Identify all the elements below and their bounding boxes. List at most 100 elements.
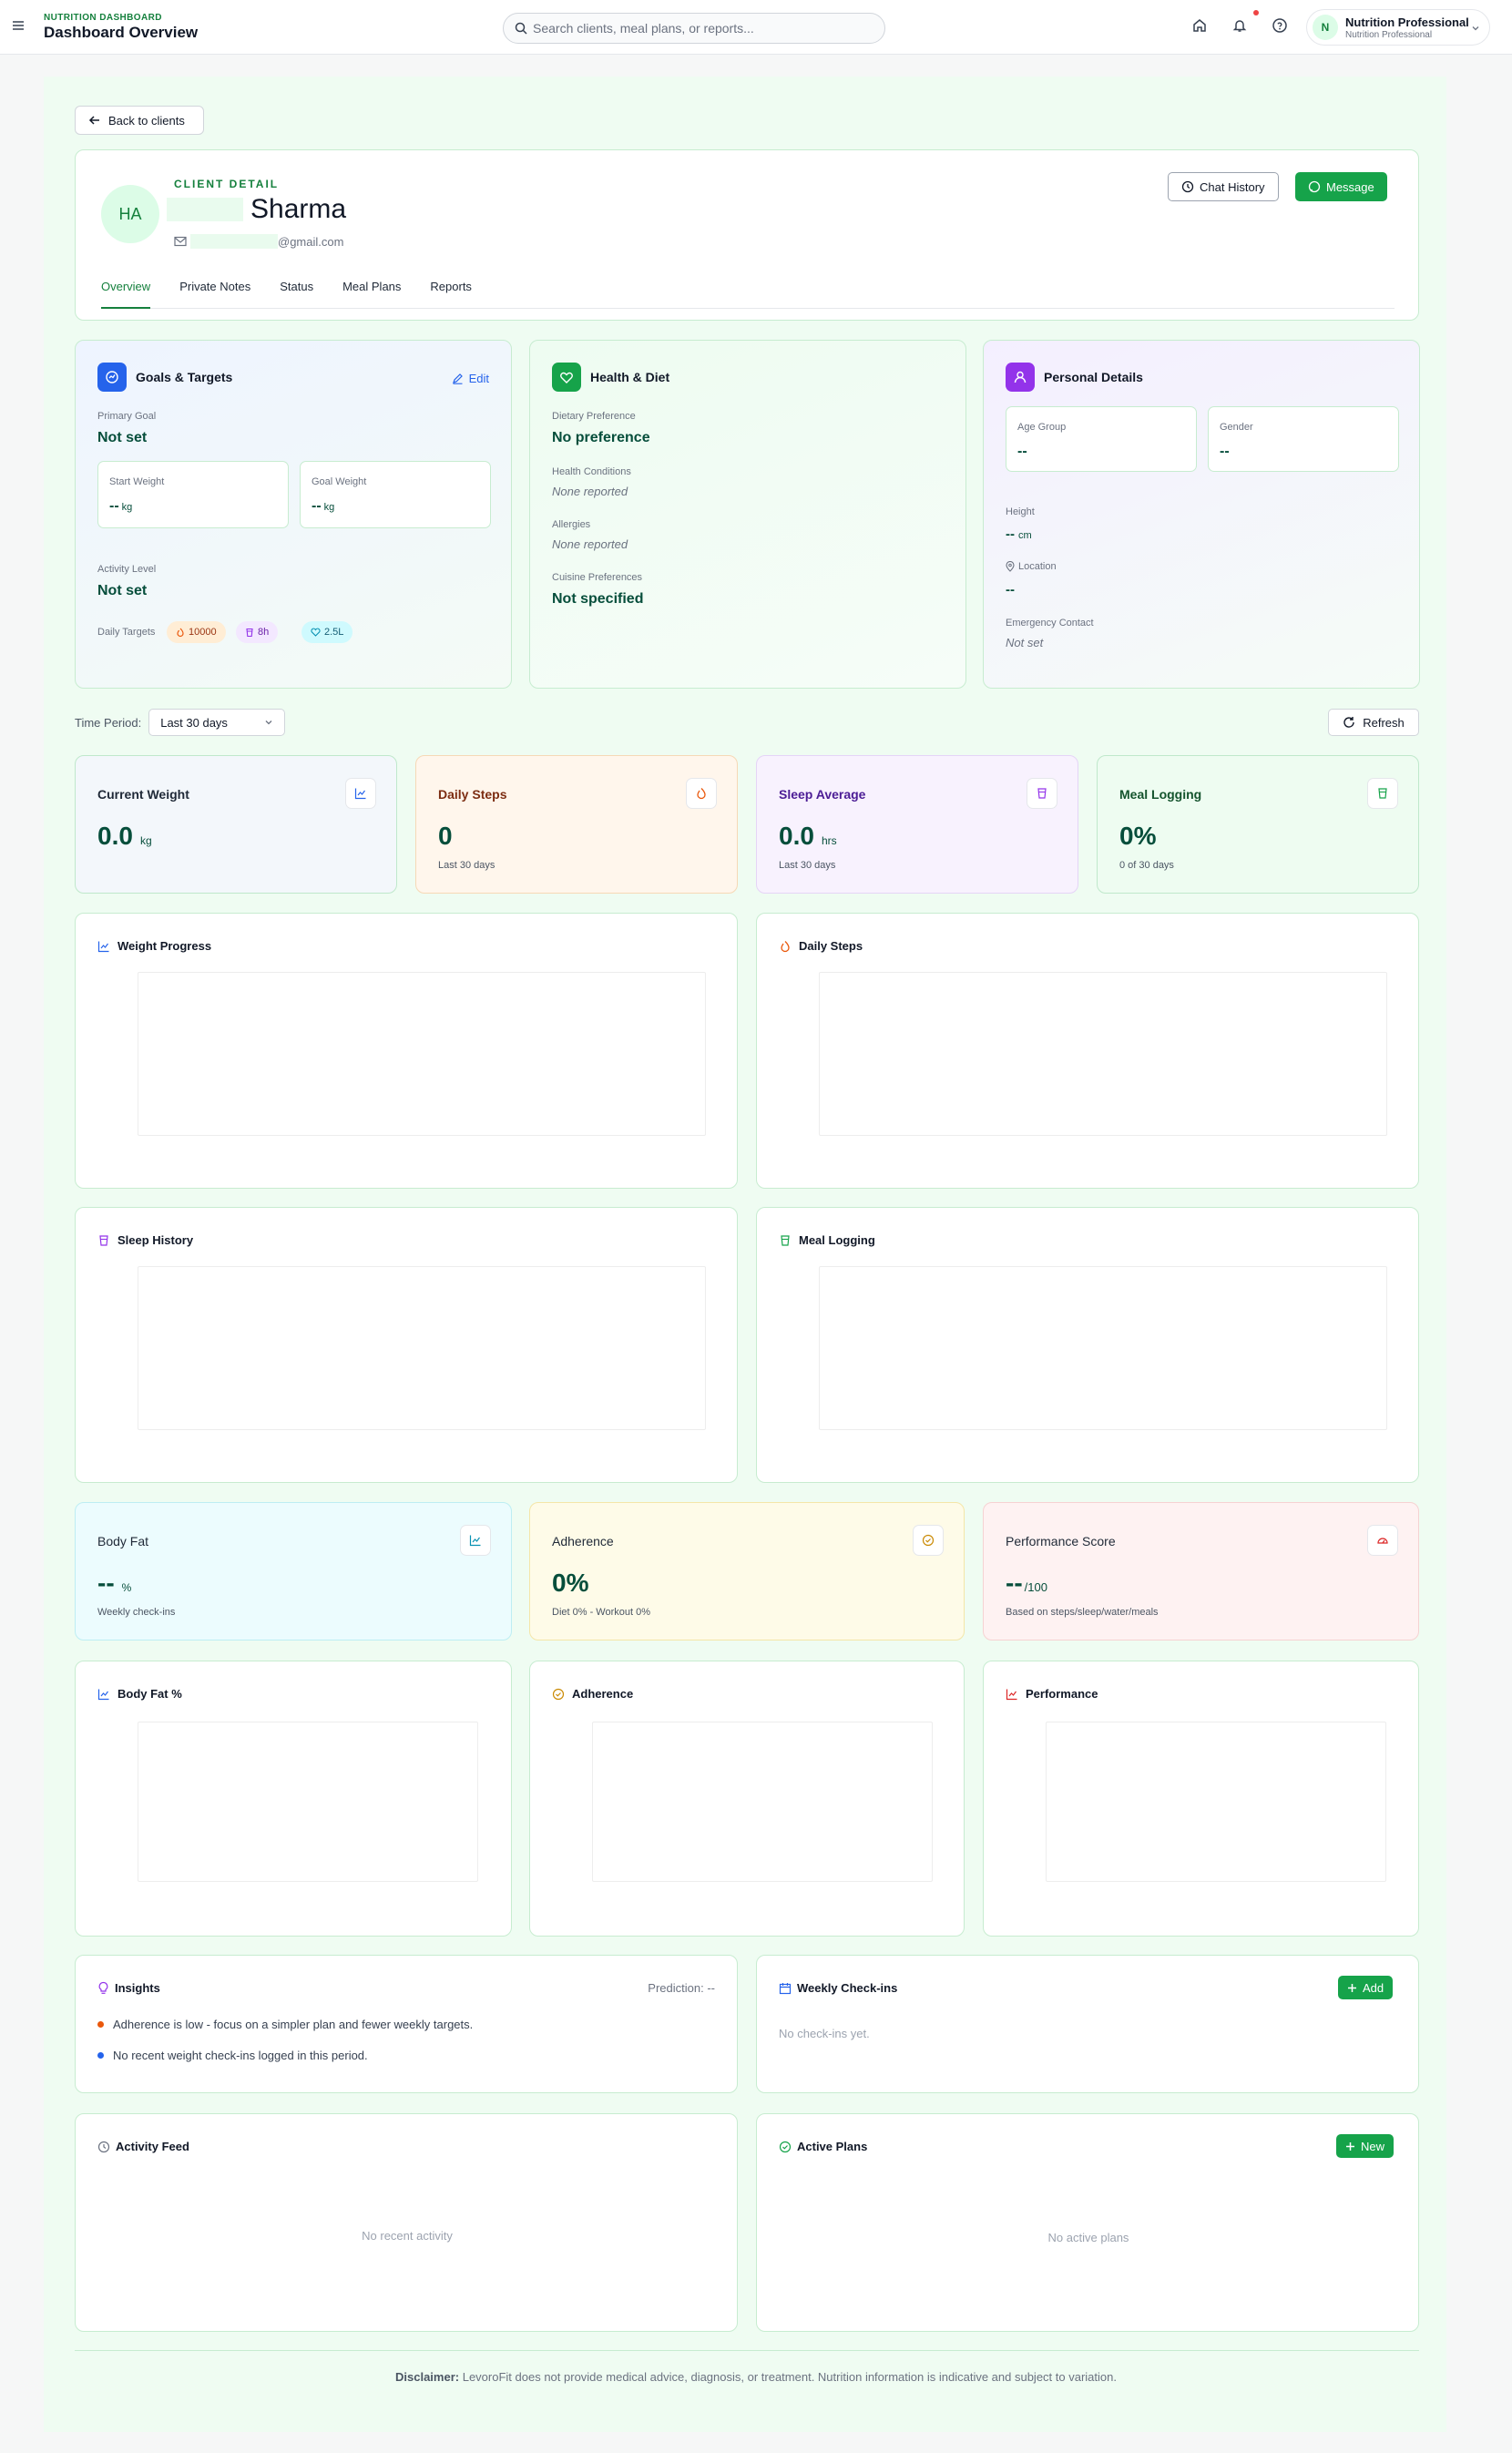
- primary-goal-value: Not set: [97, 430, 148, 445]
- start-weight-unit: kg: [121, 502, 133, 513]
- tab-meal-plans[interactable]: Meal Plans: [342, 278, 401, 309]
- search-icon: [515, 22, 527, 35]
- new-plan-button[interactable]: New: [1336, 2134, 1395, 2158]
- adherence-value: 0%: [552, 1569, 589, 1597]
- weekly-checkins-title: Weekly Check-ins: [797, 1981, 898, 1995]
- client-email-domain: @gmail.com: [278, 234, 344, 249]
- cuisine-label: Cuisine Preferences: [552, 572, 643, 583]
- goal-weight-label: Goal Weight: [312, 476, 367, 487]
- message-button[interactable]: Message: [1295, 172, 1387, 201]
- chat-history-button[interactable]: Chat History: [1168, 172, 1279, 201]
- cuisine-value: Not specified: [552, 591, 644, 607]
- body-fat-chart: Body Fat %: [75, 1661, 512, 1937]
- water-target: 2.5L: [324, 627, 344, 638]
- performance-score-card: Performance Score --/100 Based on steps/…: [983, 1502, 1419, 1640]
- top-bar: NUTRITION DASHBOARD Dashboard Overview N…: [0, 0, 1512, 55]
- personal-title: Personal Details: [1044, 370, 1143, 384]
- gender-label: Gender: [1220, 422, 1253, 433]
- current-weight-title: Current Weight: [97, 787, 189, 802]
- sleep-history-plot: [138, 1266, 706, 1430]
- tab-overview[interactable]: Overview: [101, 278, 151, 309]
- goals-targets-card: Goals & Targets Edit Primary Goal Not se…: [75, 340, 512, 689]
- age-group-box: Age Group --: [1006, 406, 1197, 472]
- history-icon: [97, 2141, 110, 2152]
- add-checkin-button[interactable]: Add: [1338, 1976, 1394, 1999]
- location-label: Location: [1018, 561, 1057, 572]
- back-label: Back to clients: [108, 113, 185, 128]
- blue-dot: [97, 2052, 104, 2059]
- profile-role: Nutrition Professional: [1345, 29, 1433, 40]
- weekly-checkins-panel: Weekly Check-ins Add No check-ins yet.: [756, 1955, 1419, 2093]
- dietary-label: Dietary Preference: [552, 411, 636, 422]
- chart-line-icon: [97, 1689, 109, 1700]
- mail-icon: [174, 236, 187, 247]
- search-bar[interactable]: [503, 13, 885, 44]
- cup-icon: [1027, 778, 1057, 809]
- weight-progress-plot: [138, 972, 706, 1136]
- dietary-value: No preference: [552, 430, 650, 445]
- prediction-value: Prediction: --: [648, 1981, 715, 1995]
- tab-private-notes[interactable]: Private Notes: [179, 278, 250, 309]
- emergency-value: Not set: [1006, 636, 1044, 649]
- back-to-clients-button[interactable]: Back to clients: [75, 106, 204, 135]
- sleep-target: 8h: [258, 627, 270, 638]
- current-weight-card: Current Weight 0.0 kg: [75, 755, 397, 894]
- daily-steps-plot: [819, 972, 1387, 1136]
- help-icon[interactable]: [1272, 17, 1292, 37]
- chat-history-label: Chat History: [1200, 179, 1265, 194]
- cup-icon: [1367, 778, 1398, 809]
- search-input[interactable]: [533, 21, 861, 36]
- profile-menu[interactable]: N Nutrition Professional Nutrition Profe…: [1306, 9, 1490, 46]
- current-weight-unit: kg: [139, 834, 152, 847]
- insight-item: Adherence is low - focus on a simpler pl…: [97, 2018, 473, 2031]
- insight-text: No recent weight check-ins logged in thi…: [113, 2049, 368, 2062]
- profile-name: Nutrition Professional: [1345, 15, 1469, 29]
- insights-title: Insights: [115, 1981, 160, 1995]
- allergies-label: Allergies: [552, 519, 591, 530]
- sleep-history-chart: Sleep History: [75, 1207, 738, 1483]
- tab-status[interactable]: Status: [280, 278, 313, 309]
- activity-feed-title: Activity Feed: [116, 2140, 189, 2153]
- refresh-button[interactable]: Refresh: [1328, 709, 1419, 736]
- map-pin-icon: [1006, 561, 1015, 572]
- body-fat-chart-title: Body Fat %: [117, 1687, 182, 1701]
- adherence-title: Adherence: [552, 1534, 614, 1548]
- gauge-icon: [1367, 1525, 1398, 1556]
- goal-weight-box: Goal Weight -- kg: [300, 461, 491, 528]
- check-circle-icon: [552, 1688, 565, 1700]
- body-fat-unit: %: [121, 1581, 132, 1594]
- client-name: Sharma: [250, 194, 347, 224]
- flame-icon: [177, 628, 184, 637]
- performance-chart-title: Performance: [1026, 1687, 1098, 1701]
- hamburger-menu-icon[interactable]: [11, 18, 29, 36]
- body-fat-value: --: [97, 1569, 115, 1597]
- tab-reports[interactable]: Reports: [430, 278, 472, 309]
- edit-goals-button[interactable]: Edit: [452, 372, 489, 385]
- sleep-target-pill: 8h: [236, 621, 279, 643]
- user-icon: [1006, 363, 1035, 392]
- time-period-select[interactable]: Last 30 days: [148, 709, 286, 736]
- sleep-history-title: Sleep History: [117, 1233, 194, 1247]
- redacted-email: [190, 234, 278, 249]
- sleep-average-value: 0.0: [779, 822, 814, 850]
- edit-label: Edit: [468, 372, 489, 385]
- meal-logging-title: Meal Logging: [1119, 787, 1202, 802]
- client-tabs: Overview Private Notes Status Meal Plans…: [101, 278, 1395, 309]
- sleep-average-title: Sleep Average: [779, 787, 866, 802]
- home-icon[interactable]: [1191, 17, 1211, 37]
- footer-divider: [75, 2350, 1419, 2351]
- meal-logging-plot: [819, 1266, 1387, 1430]
- body-fat-title: Body Fat: [97, 1534, 149, 1548]
- health-title: Health & Diet: [590, 370, 670, 384]
- pencil-icon: [452, 373, 463, 384]
- bell-icon[interactable]: [1231, 17, 1251, 37]
- start-weight-box: Start Weight -- kg: [97, 461, 289, 528]
- height-value: --: [1006, 526, 1015, 542]
- daily-steps-value: 0: [438, 822, 453, 850]
- location-value: --: [1006, 582, 1015, 598]
- adherence-chart: Adherence: [529, 1661, 965, 1937]
- insight-text: Adherence is low - focus on a simpler pl…: [113, 2018, 474, 2031]
- chevron-down-icon: [1472, 26, 1479, 31]
- chat-bubble-icon: [1308, 180, 1321, 193]
- meal-logging-chart-title: Meal Logging: [799, 1233, 875, 1247]
